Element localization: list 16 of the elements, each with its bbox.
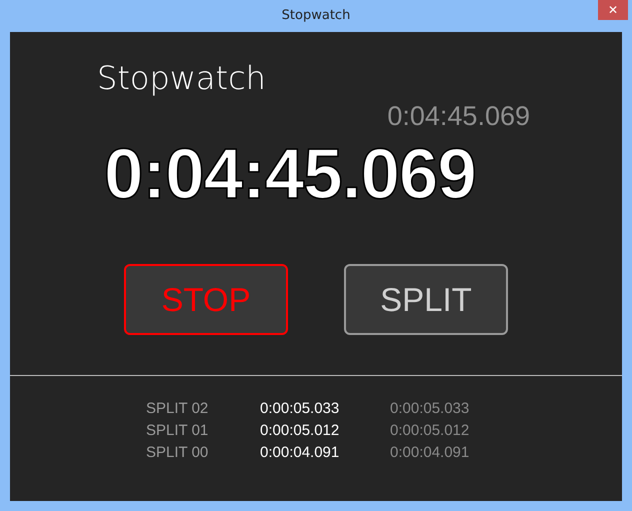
split-total: 0:00:05.012 — [390, 421, 470, 441]
window-title: Stopwatch — [282, 7, 350, 26]
app-heading: Stopwatch — [97, 58, 266, 99]
split-time: 0:00:05.012 — [260, 421, 340, 441]
split-time: 0:00:04.091 — [260, 443, 340, 463]
split-total: 0:00:05.033 — [390, 399, 470, 419]
close-button[interactable]: ✕ — [598, 0, 628, 20]
split-total: 0:00:04.091 — [390, 443, 470, 463]
stop-button[interactable]: STOP — [124, 264, 288, 335]
split-label: SPLIT 01 — [146, 421, 210, 441]
split-time: 0:00:05.033 — [260, 399, 340, 419]
split-button[interactable]: SPLIT — [344, 264, 508, 335]
elapsed-time: 0:04:45.069 — [104, 136, 476, 214]
split-label: SPLIT 00 — [146, 443, 210, 463]
split-label: SPLIT 02 — [146, 399, 210, 419]
lap-time: 0:04:45.069 — [387, 100, 530, 133]
